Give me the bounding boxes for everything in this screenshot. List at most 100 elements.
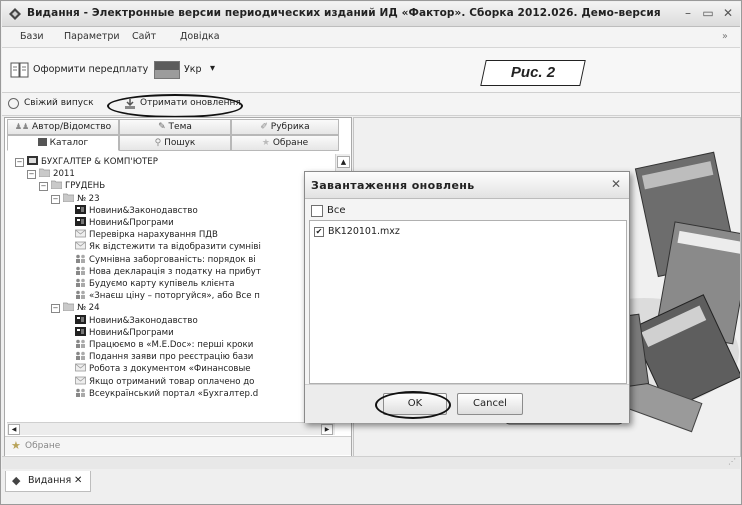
tree-node[interactable]: Якщо отриманий товар оплачено до bbox=[75, 376, 254, 388]
file-checkbox[interactable]: ✔ bbox=[314, 227, 324, 237]
tree-expander[interactable]: − bbox=[51, 304, 60, 314]
tab-author[interactable]: ♟♟ Автор/Відомство bbox=[7, 119, 119, 135]
dialog-title-bar: Завантаження оновлень ✕ bbox=[305, 172, 629, 199]
tab-topic[interactable]: ✎ Тема bbox=[119, 119, 231, 135]
newspaper-icon bbox=[75, 204, 86, 214]
select-all-checkbox[interactable] bbox=[311, 205, 323, 217]
dialog-footer: OK Cancel bbox=[305, 384, 629, 423]
newspaper-icon bbox=[75, 217, 86, 226]
update-file-list: ✔ BK120101.mxz bbox=[309, 220, 627, 384]
tree-node-label: «Знаєш ціну – поторгуйся», або Все п bbox=[89, 291, 260, 302]
menu-overflow-button[interactable]: » bbox=[722, 31, 728, 42]
minimize-button[interactable]: – bbox=[680, 5, 696, 21]
tree-node[interactable]: Новини&Програми bbox=[75, 217, 174, 229]
dialog-close-icon[interactable]: ✕ bbox=[611, 177, 621, 191]
tree-node[interactable]: Будуємо карту купівель клієнта bbox=[75, 278, 235, 290]
tab-favorites-label: Обране bbox=[272, 138, 309, 148]
tree-node[interactable]: 2011 bbox=[39, 168, 75, 180]
people-icon bbox=[76, 351, 85, 361]
favorites-bar-label: Обране bbox=[25, 441, 61, 451]
tab-catalog[interactable]: Каталог bbox=[7, 135, 119, 151]
subscribe-button[interactable]: Оформити передплату bbox=[10, 60, 148, 80]
list-item[interactable]: ✔ BK120101.mxz bbox=[314, 226, 514, 239]
tree-node[interactable]: Новини&Законодавство bbox=[75, 314, 198, 327]
resize-grip-icon: ⋰ bbox=[728, 457, 736, 466]
tab-editions-label: Видання bbox=[28, 475, 72, 486]
close-window-button[interactable]: ✕ bbox=[720, 5, 736, 21]
tab-rubric[interactable]: ✐ Рубрика bbox=[231, 119, 339, 135]
tree-node[interactable]: Працюємо в «M.E.Doc»: перші кроки bbox=[75, 339, 253, 351]
tree-node[interactable]: Нова декларація з податку на прибут bbox=[75, 266, 261, 278]
tree-node[interactable]: Подання заяви про реєстрацію бази bbox=[75, 351, 253, 363]
folder-icon bbox=[39, 168, 50, 178]
menu-bases[interactable]: Бази bbox=[20, 31, 44, 42]
tab-search[interactable]: ⚲ Пошук bbox=[119, 135, 231, 151]
tabs-row-2: Каталог ⚲ Пошук ★ Обране bbox=[5, 135, 351, 151]
tree-node[interactable]: Всеукраїнський портал «Бухгалтер.d bbox=[75, 388, 258, 400]
download-updates-dialog: Завантаження оновлень ✕ Все ✔ BK120101.m… bbox=[304, 171, 630, 423]
tree-expander[interactable]: − bbox=[27, 170, 36, 180]
tree-node-label: Як відстежити та відобразити сумніві bbox=[89, 242, 261, 253]
figure-label: Рис. 2 bbox=[480, 60, 586, 86]
fresh-issue-button[interactable]: Свіжий випуск bbox=[8, 96, 98, 112]
tree-node[interactable]: Як відстежити та відобразити сумніві bbox=[75, 241, 261, 253]
tree-node-label: Перевірка нарахування ПДВ bbox=[89, 230, 218, 241]
tree-node[interactable]: Сумнівна заборгованість: порядок ві bbox=[75, 254, 256, 266]
language-dropdown[interactable]: Укр ▾ bbox=[154, 58, 224, 82]
tree-node[interactable]: БУХГАЛТЕР & КОМП'ЮТЕР bbox=[27, 156, 158, 168]
tree-node[interactable]: Перевірка нарахування ПДВ bbox=[75, 229, 218, 241]
tree-expander[interactable]: − bbox=[51, 194, 60, 204]
refresh-icon bbox=[8, 98, 19, 109]
app-logo-icon bbox=[9, 8, 21, 20]
people-icon: ♟♟ bbox=[14, 122, 30, 131]
tree-node-label: Сумнівна заборгованість: порядок ві bbox=[89, 254, 256, 265]
window-title: Видання - Электронные версии периодическ… bbox=[27, 7, 661, 19]
select-all-row[interactable]: Все bbox=[311, 204, 431, 218]
tree-node[interactable]: ГРУДЕНЬ bbox=[51, 180, 105, 192]
maximize-button[interactable]: ▭ bbox=[700, 5, 716, 21]
tree-node-label: Новини&Програми bbox=[89, 327, 174, 338]
scroll-up-arrow[interactable]: ▲ bbox=[337, 156, 350, 168]
menu-parameters[interactable]: Параметри bbox=[64, 31, 120, 42]
subscribe-label: Оформити передплату bbox=[33, 64, 149, 75]
tree-node[interactable]: Робота з документом «Финансовые bbox=[75, 363, 251, 375]
search-icon: ⚲ bbox=[154, 138, 162, 148]
tree-node-label: Робота з документом «Финансовые bbox=[89, 364, 251, 375]
tab-editions[interactable]: ◆ Видання ✕ bbox=[5, 471, 91, 492]
tree-node[interactable]: № 23 bbox=[63, 193, 100, 205]
folder-icon bbox=[63, 302, 74, 312]
tree-node[interactable]: Новини&Законодавство bbox=[75, 204, 198, 217]
tree-expander[interactable]: − bbox=[15, 158, 24, 167]
favorites-bar[interactable]: ★ Обране bbox=[5, 436, 351, 455]
people-icon bbox=[76, 266, 85, 275]
scroll-left-arrow[interactable]: ◀ bbox=[8, 424, 20, 435]
fresh-issue-label: Свіжий випуск bbox=[24, 98, 94, 108]
file-name: BK120101.mxz bbox=[328, 226, 400, 237]
cancel-button[interactable]: Cancel bbox=[457, 393, 523, 415]
tree-node-label: № 23 bbox=[77, 193, 100, 204]
tab-author-label: Автор/Відомство bbox=[32, 122, 112, 132]
menu-help[interactable]: Довідка bbox=[180, 31, 220, 42]
tab-catalog-label: Каталог bbox=[49, 138, 89, 148]
tab-topic-label: Тема bbox=[168, 122, 192, 132]
tree-node-label: Нова декларація з податку на прибут bbox=[89, 266, 261, 277]
tab-favorites[interactable]: ★ Обране bbox=[231, 135, 339, 151]
envelope-icon bbox=[75, 229, 86, 238]
menu-site[interactable]: Сайт bbox=[132, 31, 156, 42]
highlight-get-updates-annotation bbox=[107, 94, 243, 118]
tabs-row-1: ♟♟ Автор/Відомство ✎ Тема ✐ Рубрика bbox=[5, 119, 351, 135]
tree-horizontal-scrollbar[interactable]: ◀ ▶ bbox=[7, 422, 335, 435]
close-tab-icon[interactable]: ✕ bbox=[74, 471, 82, 491]
tree-expander[interactable]: − bbox=[39, 182, 48, 192]
people-icon bbox=[76, 278, 85, 287]
tree-node[interactable]: «Знаєш ціну – поторгуйся», або Все п bbox=[75, 290, 260, 302]
people-icon bbox=[76, 254, 85, 263]
favorites-star-icon: ★ bbox=[11, 439, 21, 452]
menu-bar: Бази Параметри Сайт Довідка » bbox=[2, 27, 740, 48]
tree-node-label: Всеукраїнський портал «Бухгалтер.d bbox=[89, 388, 259, 399]
scroll-right-arrow[interactable]: ▶ bbox=[321, 424, 333, 435]
tree-node[interactable]: № 24 bbox=[63, 302, 100, 314]
pencil-icon: ✎ bbox=[158, 122, 166, 132]
tree-node-label: БУХГАЛТЕР & КОМП'ЮТЕР bbox=[41, 157, 158, 167]
tree-node[interactable]: Новини&Програми bbox=[75, 326, 174, 339]
